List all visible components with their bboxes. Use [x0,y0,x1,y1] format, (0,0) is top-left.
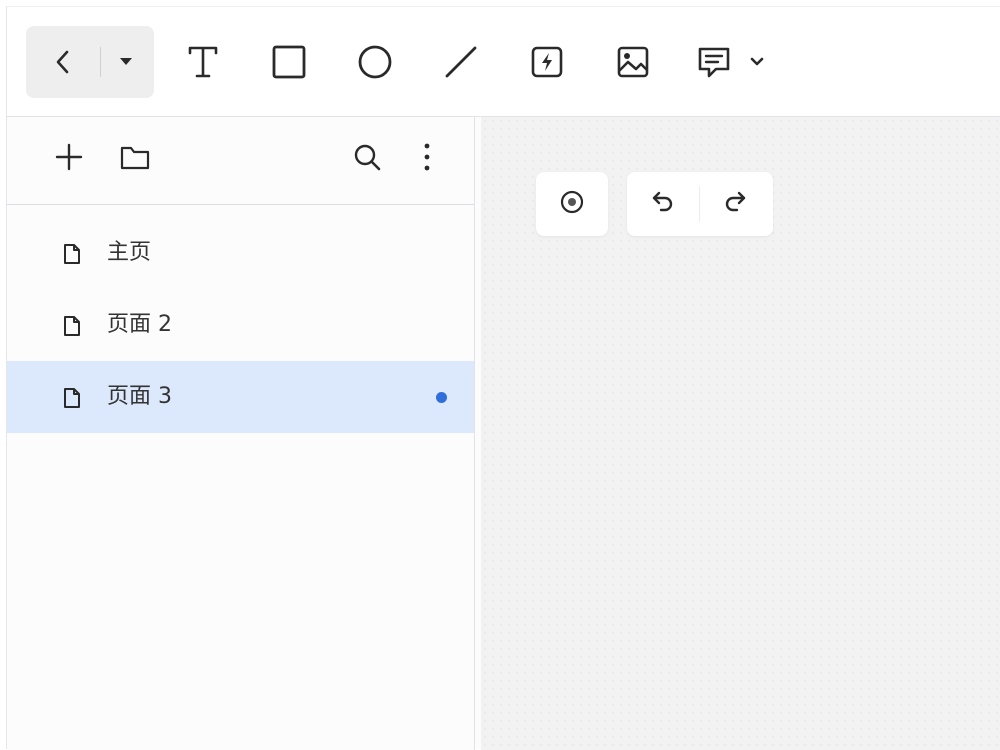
document-icon [63,387,81,413]
history-controls [627,172,773,236]
rectangle-icon [271,44,307,80]
canvas-area[interactable] [481,117,1000,750]
toolbar [7,7,1000,117]
document-icon [63,315,81,341]
current-page-indicator [436,392,447,403]
document-icon [63,243,81,269]
undo-icon [650,189,676,219]
ellipse-tool-button[interactable] [345,26,405,98]
sidebar-header [7,117,474,205]
page-item-page-3[interactable]: 页面 3 [7,361,474,433]
comment-tool-button[interactable] [689,26,739,98]
target-button[interactable] [548,172,596,236]
target-icon [559,189,585,219]
circle-icon [357,44,393,80]
lightning-box-icon [530,45,564,79]
interaction-tool-button[interactable] [517,26,577,98]
pages-sidebar: 主页 页面 2 页面 3 [7,117,475,750]
add-folder-button[interactable] [115,139,155,179]
chevron-left-icon [52,49,74,75]
rectangle-tool-button[interactable] [259,26,319,98]
line-icon [443,44,479,80]
caret-down-icon [119,57,133,67]
page-item-label: 页面 3 [107,384,172,409]
undo-button[interactable] [639,172,687,236]
image-icon [616,45,650,79]
search-pages-button[interactable] [347,139,387,179]
more-options-button[interactable] [407,139,447,179]
redo-button[interactable] [711,172,759,236]
text-tool-button[interactable] [173,26,233,98]
menu-dropdown-button[interactable] [101,26,151,98]
folder-icon [120,144,150,174]
more-vertical-icon [422,142,432,176]
comment-icon [696,44,732,80]
image-tool-button[interactable] [603,26,663,98]
line-tool-button[interactable] [431,26,491,98]
page-item-home[interactable]: 主页 [7,217,474,289]
search-icon [352,142,382,176]
more-tools-dropdown[interactable] [742,26,772,98]
back-button[interactable] [33,26,93,98]
chevron-down-icon [749,56,765,68]
app-frame: 主页 页面 2 页面 3 [6,6,1000,750]
page-item-label: 页面 2 [107,312,172,337]
plus-icon [54,142,84,176]
text-icon [187,45,219,79]
page-item-label: 主页 [107,240,152,265]
history-divider [699,186,700,222]
redo-icon [722,189,748,219]
focus-control [536,172,608,236]
page-item-page-2[interactable]: 页面 2 [7,289,474,361]
add-page-button[interactable] [49,139,89,179]
